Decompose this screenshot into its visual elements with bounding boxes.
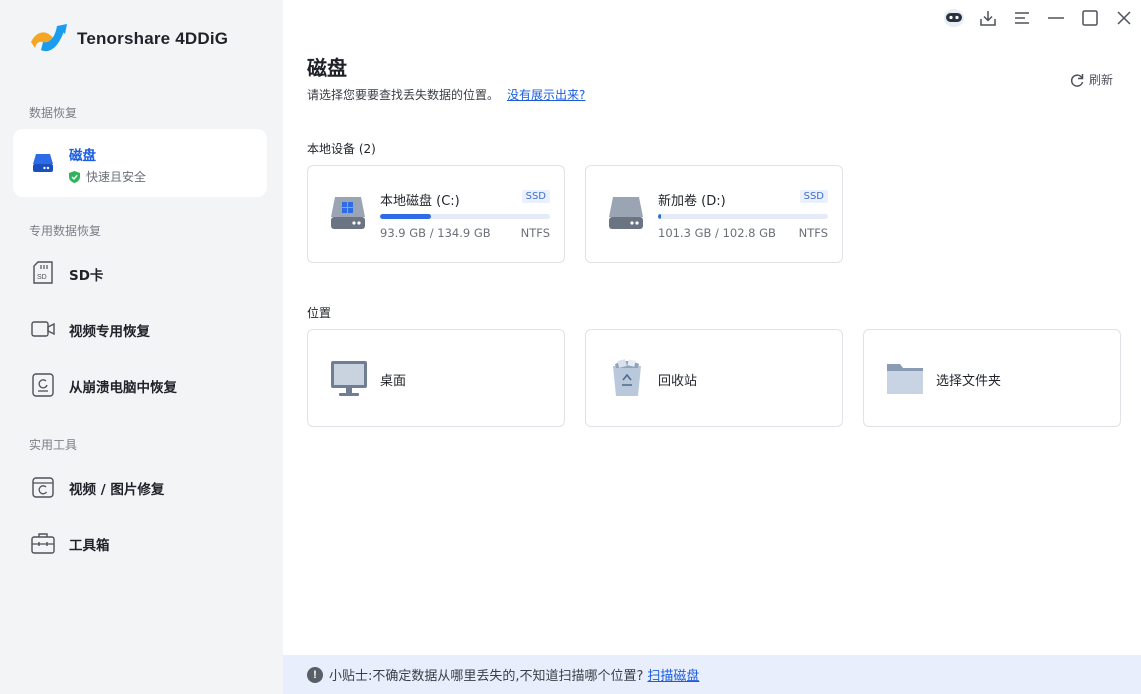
location-name: 回收站 [658,374,698,389]
subtitle-text: 请选择您要要查找丢失数据的位置。 [307,88,500,102]
location-name: 选择文件夹 [936,374,1002,389]
maximize-icon[interactable] [1073,1,1107,35]
scan-disk-link[interactable]: 扫描磁盘 [647,665,699,684]
location-card-recycle-bin[interactable]: 回收站 [585,329,843,427]
hard-drive-icon [609,197,643,229]
disk-icon [31,151,55,175]
app-name: Tenorshare 4DDiG [77,29,229,48]
assistant-robot-icon[interactable] [937,1,971,35]
safety-note: 快速且安全 [69,168,146,185]
location-card-desktop[interactable]: 桌面 [307,329,565,427]
sidebar-item-label: 视频专用恢复 [69,324,150,340]
refresh-button[interactable]: 刷新 [1069,71,1113,88]
recycle-bin-icon [613,359,641,396]
disk-usage-fill [380,214,431,219]
safety-note-text: 快速且安全 [86,170,147,184]
disk-usage-bar [658,214,828,219]
not-shown-link[interactable]: 没有展示出来? [507,88,585,102]
disk-usage-fill [658,214,661,219]
ssd-badge: SSD [799,190,828,203]
local-devices-label: 本地设备 (2) [307,142,376,156]
locations-label: 位置 [307,306,332,320]
sidebar-item-label: 磁盘 [69,148,96,164]
section-label-tools: 实用工具 [29,438,78,452]
repair-icon [31,475,55,499]
ssd-badge: SSD [521,190,550,203]
menu-icon[interactable] [1005,1,1039,35]
disk-usage-text: 93.9 GB / 134.9 GB [380,226,491,240]
sidebar-item-sd-card[interactable]: SD SD卡 [13,252,267,294]
hard-drive-icon [331,197,365,229]
disk-usage-bar [380,214,550,219]
sidebar-item-toolbox[interactable]: 工具箱 [13,522,267,564]
window-controls [937,0,1141,36]
sidebar-item-video-recovery[interactable]: 视频专用恢复 [13,308,267,350]
sidebar: Tenorshare 4DDiG 数据恢复 磁盘 快速且安全 专用数据恢复 SD… [0,0,283,694]
sidebar-item-crashed-computer[interactable]: 从崩溃电脑中恢复 [13,364,267,406]
section-label-special-recovery: 专用数据恢复 [29,224,102,238]
main-panel: 磁盘 请选择您要要查找丢失数据的位置。 没有展示出来? 刷新 本地设备 (2) 本… [283,0,1141,694]
logo-icon [31,24,67,52]
close-icon[interactable] [1107,1,1141,35]
file-system: NTFS [798,226,828,240]
toolbox-icon [31,531,55,555]
disk-card-d[interactable]: 新加卷 (D:) SSD 101.3 GB / 102.8 GB NTFS [585,165,843,263]
desktop-monitor-icon [331,361,367,396]
sidebar-item-disk[interactable]: 磁盘 快速且安全 [13,129,267,197]
sidebar-item-label: 工具箱 [69,538,110,554]
section-label-data-recovery: 数据恢复 [29,106,78,120]
disk-usage-text: 101.3 GB / 102.8 GB [658,226,776,240]
tip-text: 小贴士:不确定数据从哪里丢失的,不知道扫描哪个位置? [329,669,644,684]
sidebar-item-label: 视频 / 图片修复 [69,482,165,498]
sd-card-icon: SD [31,261,55,285]
sidebar-item-label: SD卡 [69,268,104,284]
location-name: 桌面 [380,374,407,389]
crashed-computer-icon [31,373,55,397]
video-camera-icon [31,317,55,341]
page-title: 磁盘 [307,56,347,80]
app-logo: Tenorshare 4DDiG [27,20,228,58]
minimize-icon[interactable] [1039,1,1073,35]
disk-name: 本地磁盘 (C:) [380,194,460,209]
refresh-label: 刷新 [1088,73,1113,87]
refresh-icon [1070,73,1084,87]
sidebar-item-video-photo-repair[interactable]: 视频 / 图片修复 [13,466,267,508]
svg-text:SD: SD [37,274,47,281]
folder-icon [887,364,923,394]
page-subtitle: 请选择您要要查找丢失数据的位置。 没有展示出来? [307,86,585,103]
info-icon: ! [307,666,323,683]
location-card-select-folder[interactable]: 选择文件夹 [863,329,1121,427]
download-icon[interactable] [971,1,1005,35]
shield-check-icon [69,170,80,183]
tip-bar: ! 小贴士:不确定数据从哪里丢失的,不知道扫描哪个位置? 扫描磁盘 [283,655,1141,694]
sidebar-item-label: 从崩溃电脑中恢复 [69,380,177,396]
file-system: NTFS [520,226,550,240]
disk-card-c[interactable]: 本地磁盘 (C:) SSD 93.9 GB / 134.9 GB NTFS [307,165,565,263]
disk-name: 新加卷 (D:) [658,194,726,209]
